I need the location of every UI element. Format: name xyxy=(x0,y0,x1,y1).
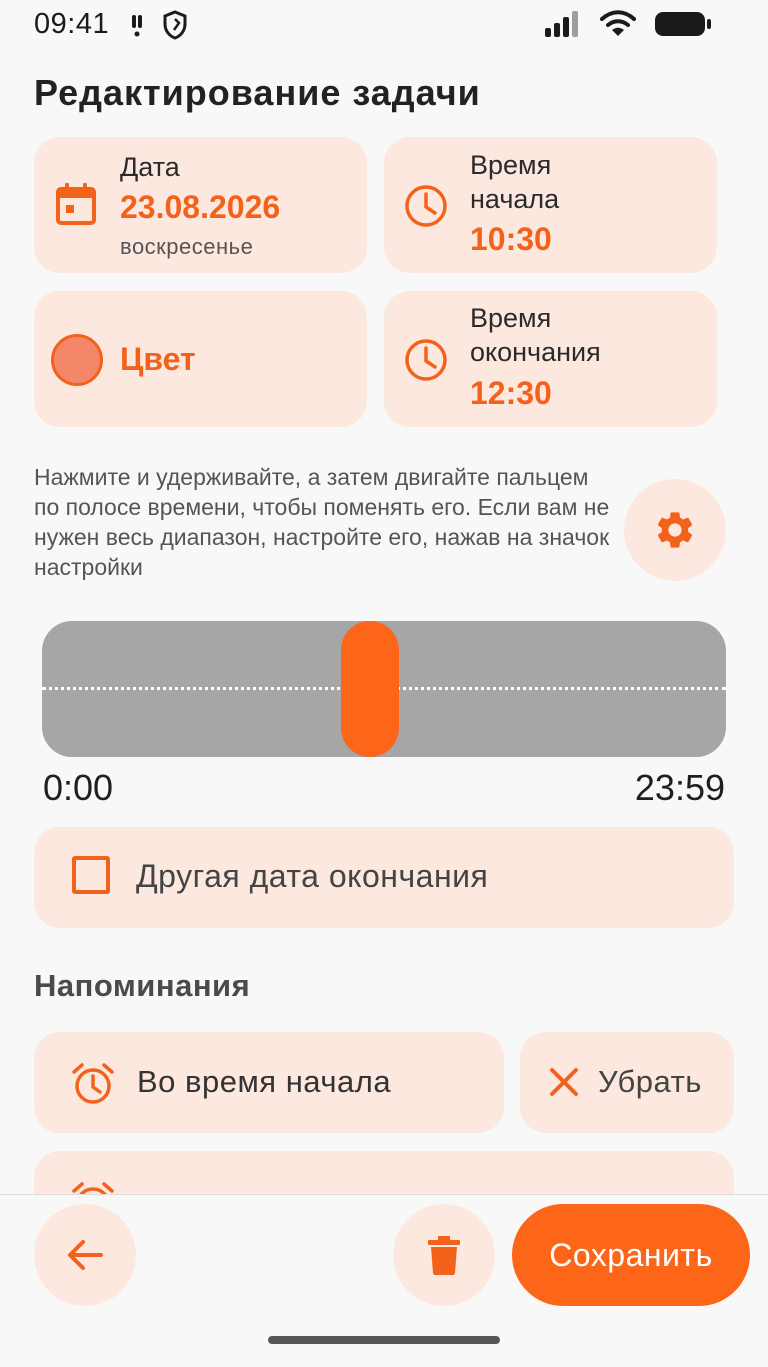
end-time-label-line2: окончания xyxy=(470,337,601,367)
timebar-end-label: 23:59 xyxy=(634,767,725,808)
date-value: 23.08.2026 xyxy=(120,189,281,225)
battery-icon xyxy=(655,12,711,36)
start-time-label-line1: Время xyxy=(470,150,552,180)
gear-icon xyxy=(657,512,693,548)
reminder-item-label: Во время начала xyxy=(137,1064,392,1099)
timebar-settings-button[interactable] xyxy=(624,479,726,581)
date-label: Дата xyxy=(120,152,180,182)
timebar-start-label: 0:00 xyxy=(43,767,114,808)
reminder-item[interactable]: Во время начала xyxy=(34,1032,504,1133)
clock-icon xyxy=(405,339,447,381)
clock-icon xyxy=(405,185,447,227)
page-title: Редактирование задачи xyxy=(34,72,481,113)
alarm-icon xyxy=(72,1063,114,1104)
end-date-checkbox[interactable] xyxy=(72,856,110,894)
close-icon xyxy=(550,1068,578,1096)
calendar-icon xyxy=(56,183,96,225)
alert-icon xyxy=(132,15,142,37)
remove-reminder-label: Убрать xyxy=(598,1064,702,1099)
date-card[interactable]: Дата 23.08.2026 воскресенье xyxy=(34,137,367,273)
color-swatch xyxy=(51,334,103,386)
start-time-label-line2: начала xyxy=(470,184,560,214)
signal-icon xyxy=(545,11,578,37)
save-button[interactable]: Сохранить xyxy=(512,1204,750,1306)
trash-icon xyxy=(428,1236,460,1275)
hint-text: Нажмите и удерживайте, а затем двигайте … xyxy=(34,464,610,580)
status-icons-right xyxy=(544,10,712,38)
start-time-card[interactable]: Время начала 10:30 xyxy=(384,137,717,273)
color-card[interactable]: Цвет xyxy=(34,291,367,427)
end-date-checkbox-label: Другая дата окончания xyxy=(136,858,489,894)
start-time-value: 10:30 xyxy=(470,221,552,257)
color-label: Цвет xyxy=(120,341,196,377)
back-arrow-icon xyxy=(68,1240,103,1270)
end-time-card[interactable]: Время окончания 12:30 xyxy=(384,291,717,427)
delete-button[interactable] xyxy=(393,1204,495,1306)
timebar-handle[interactable] xyxy=(341,621,399,757)
home-indicator[interactable] xyxy=(268,1336,500,1344)
back-button[interactable] xyxy=(34,1204,136,1306)
end-time-value: 12:30 xyxy=(470,375,552,411)
wifi-icon xyxy=(600,10,636,36)
date-weekday: воскресенье xyxy=(120,234,254,259)
reminders-title: Напоминания xyxy=(34,968,251,1003)
status-time: 09:41 xyxy=(34,8,110,40)
status-icons-left xyxy=(130,10,188,40)
remove-reminder-button[interactable]: Убрать xyxy=(520,1032,734,1133)
shield-icon xyxy=(163,10,187,40)
end-time-label-line1: Время xyxy=(470,303,552,333)
